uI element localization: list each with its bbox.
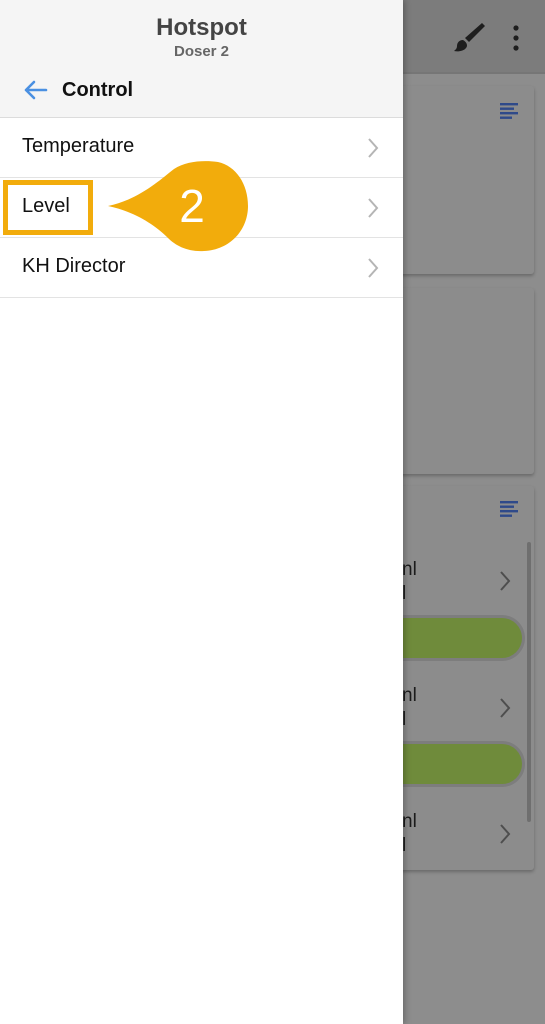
background-progress-bar bbox=[394, 618, 522, 658]
background-progress-bar bbox=[394, 744, 522, 784]
drawer-header: Hotspot Doser 2 Control bbox=[0, 0, 403, 118]
background-text: nl bbox=[402, 559, 417, 580]
list-icon bbox=[500, 501, 518, 517]
menu-item-label: Temperature bbox=[22, 135, 135, 157]
background-scrollbar[interactable] bbox=[527, 542, 531, 822]
chevron-right-icon bbox=[368, 198, 379, 218]
menu-item-label: KH Director bbox=[22, 255, 126, 277]
drawer-title: Hotspot bbox=[156, 14, 247, 41]
brush-icon[interactable] bbox=[452, 20, 486, 54]
more-vertical-icon[interactable] bbox=[508, 24, 524, 52]
highlight-box bbox=[3, 180, 93, 235]
chevron-right-icon bbox=[368, 258, 379, 278]
list-icon bbox=[500, 103, 518, 119]
background-card bbox=[394, 288, 534, 474]
back-button[interactable]: Control bbox=[22, 74, 222, 106]
chevron-right-icon bbox=[500, 571, 511, 591]
background-text: nl bbox=[402, 685, 417, 706]
drawer-subtitle: Doser 2 bbox=[173, 43, 230, 60]
back-label: Control bbox=[62, 78, 134, 101]
arrow-left-icon bbox=[24, 80, 48, 100]
chevron-right-icon bbox=[500, 824, 511, 844]
chevron-right-icon bbox=[368, 138, 379, 158]
chevron-right-icon bbox=[500, 698, 511, 718]
navigation-drawer: Hotspot Doser 2 Control Temperature Leve… bbox=[0, 0, 403, 1024]
callout-step-number: 2 bbox=[179, 180, 205, 232]
background-text: nl bbox=[402, 811, 417, 832]
